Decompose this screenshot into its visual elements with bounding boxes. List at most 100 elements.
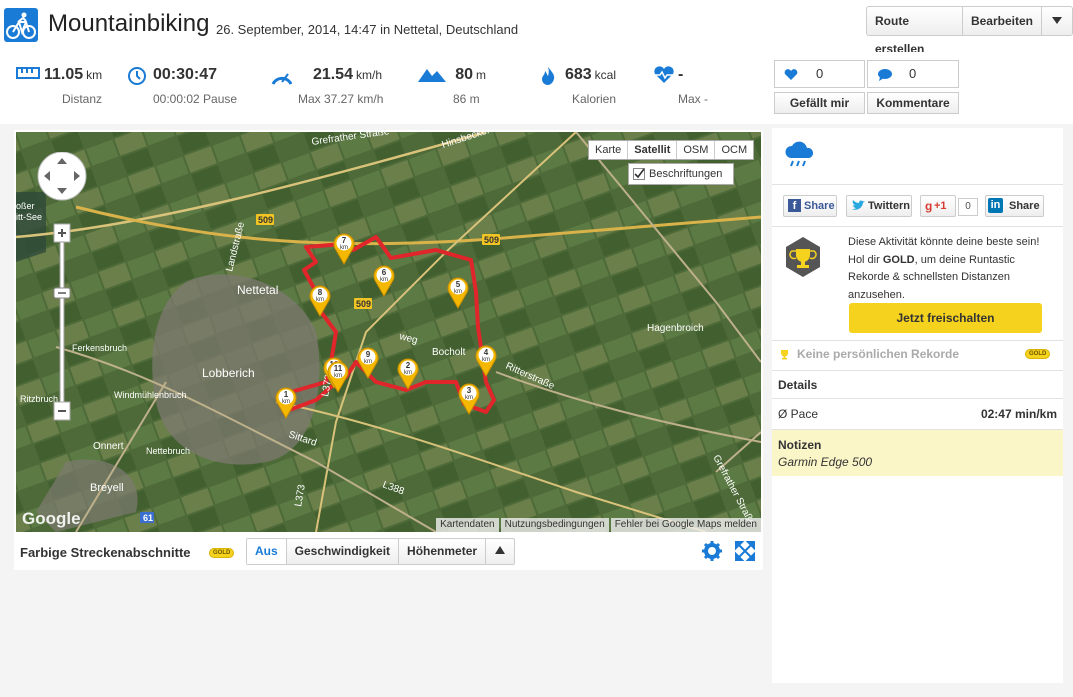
edit-dropdown-button[interactable]	[1042, 7, 1072, 35]
km-marker-unit: km	[316, 297, 324, 303]
heartrate-icon	[654, 66, 674, 83]
triangle-down-icon	[1052, 17, 1062, 24]
stat-speed: 21.54 km/h Max 37.27 km/h	[271, 66, 384, 106]
labels-checkbox-label: Beschriftungen	[649, 168, 723, 180]
likes-count: 0	[816, 66, 824, 81]
attribution-terms[interactable]: Nutzungsbedingungen	[500, 518, 609, 532]
km-marker-unit: km	[364, 359, 372, 365]
stat-speed-value: 21.54	[312, 66, 353, 83]
map-type-satellit[interactable]: Satellit	[628, 141, 678, 159]
stat-distance-label: Distanz	[61, 92, 102, 106]
stat-maxhr-label: Max -	[678, 92, 708, 106]
checkbox-checked-icon[interactable]	[633, 168, 645, 180]
stat-duration: 00:30:47 00:00:02 Pause	[128, 66, 237, 106]
records-gold-badge: GOLD	[1025, 349, 1051, 359]
flame-icon	[542, 67, 555, 85]
label-onnert: Onnert	[93, 441, 124, 452]
googleplus-button[interactable]: g +1	[920, 195, 956, 217]
segment-off[interactable]: Aus	[247, 539, 287, 564]
map-footer: Farbige Streckenabschnitte GOLD Aus Gesc…	[14, 532, 763, 570]
segment-elevation[interactable]: Höhenmeter	[399, 539, 487, 564]
colored-segments-label: Farbige Streckenabschnitte	[20, 545, 191, 560]
map-type-selector: Karte Satellit OSM OCM	[588, 140, 755, 160]
header: Mountainbiking 26. September, 2014, 14:4…	[0, 0, 1073, 56]
km-marker-number: 1	[284, 390, 289, 399]
segment-expand-button[interactable]	[486, 539, 514, 564]
map-card: Grefrather Straße Hinsbecker Straße Land…	[14, 130, 763, 570]
label-lobberich: Lobberich	[202, 366, 255, 380]
side-panel: f Share Twittern g +1 0 in Share Diese A…	[772, 128, 1063, 683]
label-see: oßer	[16, 201, 35, 211]
badge-509-c-text: 509	[356, 299, 371, 309]
stat-elevation: 80 m 86 m	[418, 66, 486, 106]
mountainbike-icon	[4, 8, 38, 42]
map-type-osm[interactable]: OSM	[677, 141, 716, 159]
triangle-up-icon	[495, 546, 506, 554]
attribution-report-error[interactable]: Fehler bei Google Maps melden	[610, 518, 761, 532]
km-marker-unit: km	[282, 399, 290, 405]
stat-distance-value: 11.05	[44, 66, 84, 83]
satellite-map: Grefrather Straße Hinsbecker Straße Land…	[16, 132, 761, 532]
mountain-icon	[418, 69, 446, 82]
linkedin-share-label: Share	[1009, 200, 1040, 212]
labels-checkbox-row[interactable]: Beschriftungen	[628, 163, 734, 185]
stat-distance: 11.05 km Distanz	[16, 66, 103, 106]
km-marker-number: 7	[342, 236, 347, 245]
km-marker-unit: km	[404, 370, 412, 376]
km-marker-number: 4	[484, 348, 489, 357]
gold-badge: GOLD	[209, 548, 235, 558]
zoom-slider-track[interactable]	[59, 241, 65, 403]
page-title: Mountainbiking	[48, 10, 210, 37]
route-map[interactable]: Grefrather Straße Hinsbecker Straße Land…	[16, 132, 761, 532]
segment-selector: Aus Geschwindigkeit Höhenmeter	[246, 538, 516, 565]
map-type-karte[interactable]: Karte	[589, 141, 629, 159]
segment-speed[interactable]: Geschwindigkeit	[287, 539, 400, 564]
googleplus-label: +1	[934, 200, 947, 212]
km-marker-number: 3	[467, 386, 472, 395]
badge-61-text: 61	[143, 513, 153, 523]
stat-calories-value: 683	[564, 66, 592, 83]
twitter-button[interactable]: Twittern	[846, 195, 912, 217]
pace-value: 02:47 min/km	[980, 407, 1057, 421]
facebook-share-button[interactable]: f Share	[783, 195, 837, 217]
stat-maxspeed-label: Max 37.27 km/h	[298, 92, 384, 106]
comments-count: 0	[909, 66, 917, 81]
label-nettetal: Nettetal	[237, 283, 278, 297]
twitter-icon	[852, 200, 865, 210]
map-type-ocm[interactable]: OCM	[715, 141, 753, 159]
km-marker-number: 11	[334, 364, 343, 373]
like-button[interactable]: Gefällt mir	[774, 92, 865, 114]
social-counters: 0 0 Gefällt mir Kommentare	[770, 52, 1073, 124]
attribution-map-data[interactable]: Kartendaten	[436, 518, 499, 532]
gear-icon[interactable]	[702, 541, 722, 561]
stat-duration-value: 00:30:47	[153, 66, 218, 83]
km-marker-number: 9	[366, 350, 371, 359]
label-nettebruch: Nettebruch	[146, 446, 190, 456]
promo-bold: GOLD	[882, 253, 915, 266]
likes-counter: 0	[774, 60, 865, 88]
km-marker-number: 8	[318, 288, 323, 297]
notes-text: Garmin Edge 500	[778, 455, 873, 469]
linkedin-share-button[interactable]: in Share	[985, 195, 1044, 217]
notes-heading: Notizen	[778, 438, 822, 452]
stat-elevation-sub: 86 m	[453, 92, 480, 106]
km-marker-number: 2	[406, 361, 411, 370]
fullscreen-icon[interactable]	[735, 541, 755, 561]
label-hagenbroich: Hagenbroich	[647, 323, 704, 334]
comment-button[interactable]: Kommentare	[867, 92, 959, 114]
comments-counter: 0	[867, 60, 959, 88]
ruler-icon	[16, 67, 40, 79]
unlock-gold-button[interactable]: Jetzt freischalten	[849, 303, 1042, 333]
cloud-rain-icon	[785, 141, 814, 167]
create-route-button[interactable]: Route erstellen	[867, 7, 963, 56]
stat-distance-unit: km	[86, 68, 103, 82]
label-windmuehlenbruch: Windmühlenbruch	[114, 390, 187, 400]
googleplus-count: 0	[958, 198, 978, 216]
empty-area	[0, 570, 770, 685]
map-attribution: Kartendaten Nutzungsbedingungen Fehler b…	[434, 518, 761, 532]
pace-label: Ø Pace	[778, 407, 819, 421]
clock-icon	[128, 67, 146, 85]
map-zoom-controls	[37, 152, 87, 421]
edit-button[interactable]: Bearbeiten	[963, 7, 1042, 35]
stat-elevation-unit: m	[476, 68, 486, 82]
